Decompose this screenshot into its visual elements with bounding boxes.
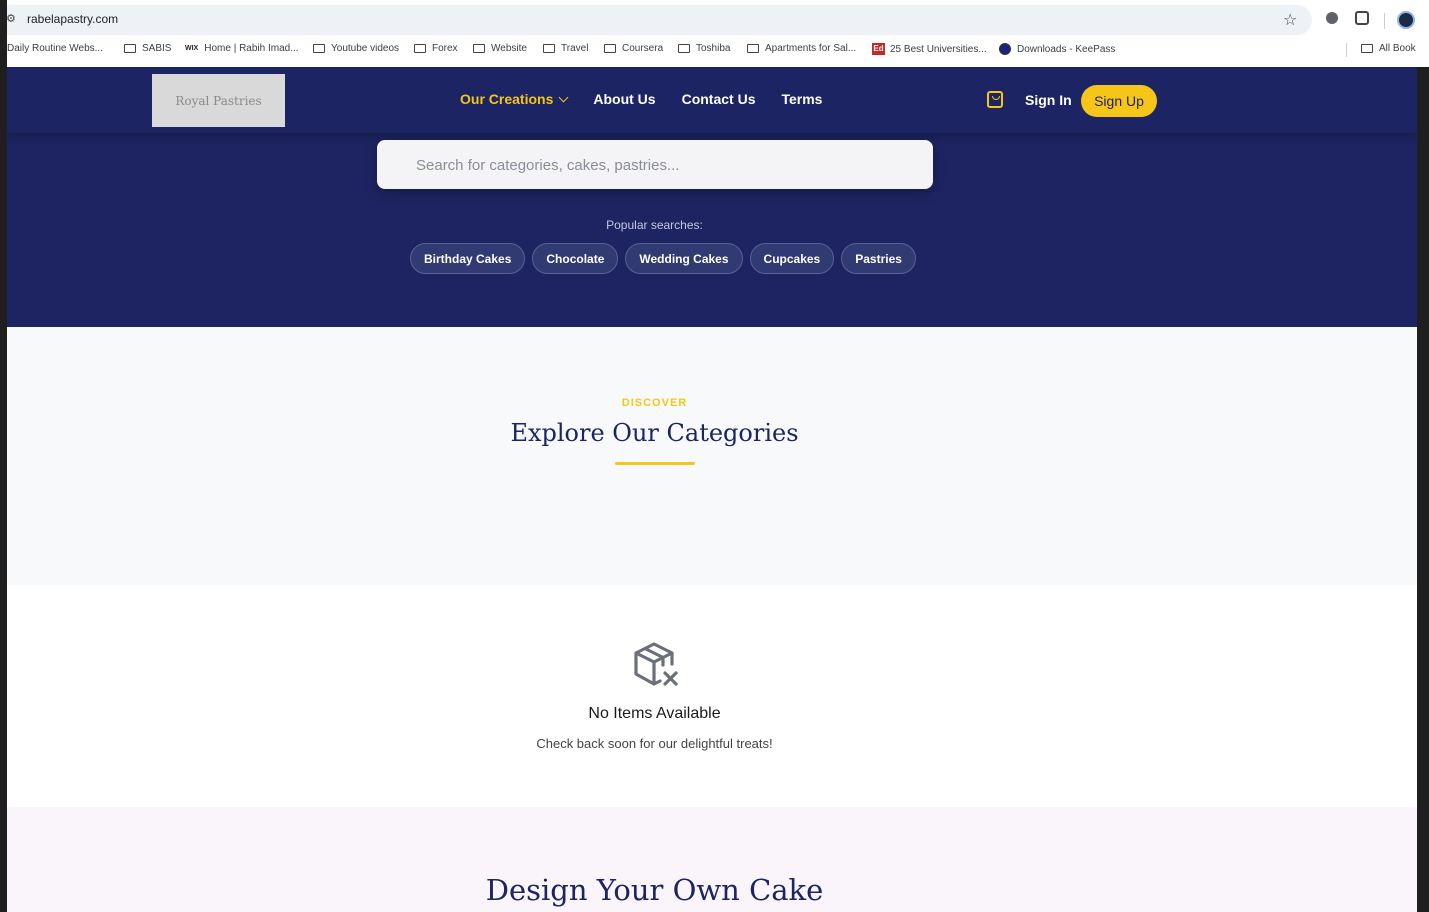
chip-birthday-cakes[interactable]: Birthday Cakes — [410, 243, 526, 274]
popular-searches-label: Popular searches: — [606, 218, 703, 232]
folder-icon — [543, 44, 555, 53]
nav-link-label: Our Creations — [460, 91, 554, 107]
empty-box-icon — [634, 642, 678, 686]
bookmark-item[interactable]: Youtube videos — [313, 43, 399, 54]
bookmark-item[interactable]: Daily Routine Webs... — [7, 43, 103, 54]
window-edge — [0, 0, 7, 912]
bookmarks-divider — [1346, 43, 1347, 57]
bookmark-label: SABIS — [142, 43, 172, 54]
bookmark-label: Home | Rabih Imad... — [204, 43, 299, 54]
folder-icon — [747, 44, 759, 53]
bookmark-label: Website — [491, 43, 527, 54]
navbar: Royal Pastries Our Creations About Us Co… — [7, 67, 1417, 133]
chip-pastries[interactable]: Pastries — [841, 243, 916, 274]
folder-icon — [604, 44, 616, 53]
bookmark-label: Downloads - KeePass — [1017, 43, 1116, 55]
bookmark-item[interactable]: WIX Home | Rabih Imad... — [185, 43, 299, 54]
profile-avatar-icon[interactable] — [1397, 11, 1415, 29]
folder-icon — [124, 44, 136, 53]
items-section: No Items Available Check back soon for o… — [7, 585, 1417, 807]
site-logo[interactable]: Royal Pastries — [152, 74, 285, 127]
bookmark-item[interactable]: Toshiba — [678, 43, 730, 54]
folder-icon — [473, 44, 485, 53]
webpage: Royal Pastries Our Creations About Us Co… — [7, 67, 1417, 912]
design-cake-section: Design Your Own Cake — [7, 807, 1417, 912]
address-row: ⚙ rabelapastry.com ☆ — [0, 5, 1429, 35]
folder-icon — [414, 44, 426, 53]
nav-terms[interactable]: Terms — [781, 91, 822, 107]
chip-chocolate[interactable]: Chocolate — [532, 243, 619, 274]
toolbar-divider — [1384, 13, 1385, 29]
bookmark-label: Coursera — [622, 43, 664, 54]
window-edge — [1417, 67, 1429, 912]
chevron-down-icon — [558, 92, 569, 102]
design-section-title: Design Your Own Cake — [485, 873, 824, 907]
bookmark-item[interactable]: Ed 25 Best Universities... — [872, 43, 987, 55]
bookmark-label: Youtube videos — [331, 43, 400, 54]
extensions-puzzle-icon[interactable] — [1355, 11, 1369, 25]
section-eyebrow: DISCOVER — [621, 397, 688, 409]
bookmark-label: Daily Routine Webs... — [7, 43, 103, 54]
keepass-icon — [999, 43, 1011, 55]
search-input[interactable] — [416, 154, 896, 176]
search-box — [377, 140, 933, 189]
ed-icon: Ed — [872, 43, 885, 55]
bookmarks-bar: Daily Routine Webs... SABIS WIX Home | Ra… — [0, 40, 1429, 60]
chip-wedding-cakes[interactable]: Wedding Cakes — [625, 243, 743, 274]
bookmark-item[interactable]: SABIS — [124, 43, 171, 54]
folder-icon — [678, 44, 690, 53]
wix-icon: WIX — [185, 45, 199, 52]
bookmark-item[interactable]: Downloads - KeePass — [999, 43, 1115, 55]
shopping-bag-icon[interactable] — [987, 91, 1003, 108]
bookmark-star-icon[interactable]: ☆ — [1283, 10, 1297, 29]
nav-about-us[interactable]: About Us — [593, 91, 655, 107]
sign-in-link[interactable]: Sign In — [1025, 92, 1072, 108]
bookmark-label: Apartments for Sal... — [765, 43, 857, 54]
bookmark-item[interactable]: Apartments for Sal... — [747, 43, 856, 54]
site-info-icon[interactable]: ⚙ — [6, 13, 18, 25]
bookmark-label: 25 Best Universities... — [890, 43, 987, 55]
categories-section: DISCOVER Explore Our Categories — [7, 327, 1417, 585]
bookmark-item[interactable]: Travel — [543, 43, 588, 54]
hero-section: Royal Pastries Our Creations About Us Co… — [7, 67, 1417, 327]
nav-our-creations[interactable]: Our Creations — [460, 91, 569, 107]
extension-icon[interactable] — [1326, 12, 1338, 24]
section-title: Explore Our Categories — [510, 419, 799, 447]
empty-state-title: No Items Available — [588, 705, 721, 722]
folder-icon — [1361, 44, 1373, 53]
bookmark-label: Travel — [561, 43, 589, 54]
empty-state-subtitle: Check back soon for our delightful treat… — [536, 736, 773, 751]
popular-search-chips: Birthday Cakes Chocolate Wedding Cakes C… — [410, 243, 923, 274]
nav-links: Our Creations About Us Contact Us Terms — [460, 91, 848, 107]
title-underline — [615, 462, 695, 465]
bookmark-item[interactable]: Coursera — [604, 43, 663, 54]
all-bookmarks-item[interactable]: All Book — [1361, 43, 1416, 54]
url-text[interactable]: rabelapastry.com — [27, 12, 118, 26]
bookmark-label: Forex — [432, 43, 458, 54]
bookmark-item[interactable]: Forex — [414, 43, 458, 54]
chip-cupcakes[interactable]: Cupcakes — [749, 243, 835, 274]
folder-icon — [313, 44, 325, 53]
bookmark-item[interactable]: Website — [473, 43, 527, 54]
all-bookmarks-label: All Book — [1379, 43, 1416, 54]
nav-contact-us[interactable]: Contact Us — [682, 91, 756, 107]
sign-up-button[interactable]: Sign Up — [1081, 85, 1157, 117]
browser-chrome: ⚙ rabelapastry.com ☆ Daily Routine Webs.… — [0, 0, 1429, 67]
address-bar[interactable]: ⚙ rabelapastry.com — [0, 5, 1312, 35]
bookmark-label: Toshiba — [696, 43, 731, 54]
